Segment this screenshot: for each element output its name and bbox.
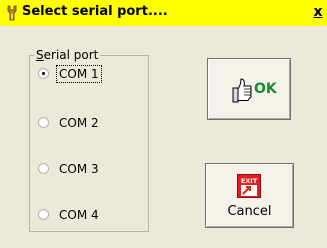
radio-com1[interactable]: COM 1 xyxy=(38,65,142,83)
exit-sign-text: EXIT xyxy=(241,177,258,185)
legend-access-key: S xyxy=(36,48,44,62)
radio-com2[interactable]: COM 2 xyxy=(38,114,142,132)
radio-label[interactable]: COM 2 xyxy=(56,114,102,132)
window-title: Select serial port.... xyxy=(22,4,168,19)
dialog-icon xyxy=(7,5,17,21)
radio-indicator[interactable] xyxy=(38,209,49,220)
cancel-button[interactable]: EXIT Cancel xyxy=(205,163,294,228)
cancel-label: Cancel xyxy=(227,204,272,219)
radio-label[interactable]: COM 3 xyxy=(56,160,102,178)
exit-sign-icon: EXIT xyxy=(237,174,261,198)
ok-button[interactable]: OK xyxy=(207,58,291,120)
serial-port-dialog: Select serial port.... x Serial port COM… xyxy=(0,0,327,248)
thumbs-up-icon xyxy=(232,78,252,103)
radio-indicator[interactable] xyxy=(38,163,49,174)
radio-label[interactable]: COM 1 xyxy=(56,65,102,83)
radio-label[interactable]: COM 4 xyxy=(56,206,102,224)
legend-text: erial port xyxy=(43,48,99,62)
radio-indicator[interactable] xyxy=(38,68,49,79)
radio-indicator[interactable] xyxy=(38,117,49,128)
serial-port-legend: Serial port xyxy=(34,48,100,62)
close-label: x xyxy=(313,4,323,20)
radio-com3[interactable]: COM 3 xyxy=(38,160,142,178)
close-button[interactable]: x xyxy=(311,2,325,22)
radio-com4[interactable]: COM 4 xyxy=(38,206,142,224)
title-bar[interactable]: Select serial port.... x xyxy=(0,0,327,26)
ok-label: OK xyxy=(254,81,277,97)
